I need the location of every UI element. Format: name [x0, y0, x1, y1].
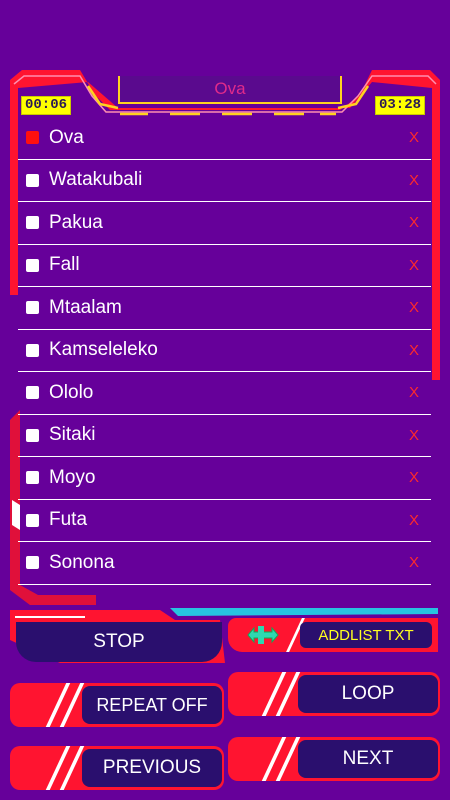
song-title: Mtaalam [49, 296, 122, 318]
remove-button[interactable]: X [409, 257, 419, 274]
song-title: Sonona [49, 551, 115, 573]
playlist-item[interactable]: Watakubali X [18, 160, 431, 202]
song-title: Watakubali [49, 169, 143, 191]
repeat-button[interactable]: REPEAT OFF [10, 683, 224, 727]
previous-button[interactable]: PREVIOUS [10, 746, 224, 790]
addlist-label: ADDLIST TXT [318, 626, 414, 644]
item-checkbox[interactable] [26, 258, 39, 272]
playlist-item[interactable]: Fall X [18, 245, 431, 287]
playlist-item[interactable]: Futa X [18, 500, 431, 542]
remove-button[interactable]: X [409, 172, 419, 189]
item-checkbox[interactable] [26, 343, 39, 357]
remove-button[interactable]: X [409, 554, 419, 571]
next-button[interactable]: NEXT [228, 737, 440, 781]
remove-button[interactable]: X [409, 427, 419, 444]
playlist-item[interactable]: Sonona X [18, 542, 431, 585]
item-checkbox[interactable] [26, 173, 39, 187]
item-checkbox[interactable] [26, 471, 39, 485]
playlist-item[interactable]: Moyo X [18, 457, 431, 500]
item-checkbox[interactable] [26, 513, 39, 527]
playlist: Ova X Watakubali X Pakua X Fall X Mtaalam X K… [18, 117, 431, 585]
remove-button[interactable]: X [409, 512, 419, 529]
elapsed-time: 00:06 [21, 96, 72, 115]
playlist-item[interactable]: Mtaalam X [18, 287, 431, 330]
remove-button[interactable]: X [409, 214, 419, 231]
loop-button[interactable]: LOOP [228, 672, 440, 716]
song-title: Sitaki [49, 424, 96, 446]
add-list-icon [247, 626, 279, 644]
loop-label: LOOP [341, 683, 395, 704]
remove-button[interactable]: X [409, 342, 419, 359]
addlist-button[interactable]: ADDLIST TXT [228, 618, 438, 652]
playlist-item[interactable]: Ova X [18, 117, 431, 160]
next-label: NEXT [342, 748, 394, 769]
stop-label: STOP [93, 631, 145, 652]
playlist-item[interactable]: Ololo X [18, 372, 431, 415]
remove-button[interactable]: X [409, 469, 419, 486]
song-title: Ololo [49, 381, 94, 403]
remove-button[interactable]: X [409, 384, 419, 401]
song-title: Fall [49, 254, 80, 276]
stop-button[interactable]: STOP [16, 622, 222, 662]
item-checkbox[interactable] [26, 428, 39, 442]
now-playing-title: Ova [118, 76, 342, 104]
song-title: Moyo [49, 466, 96, 488]
item-checkbox[interactable] [26, 216, 39, 230]
repeat-label: REPEAT OFF [96, 694, 208, 715]
item-checkbox[interactable] [26, 386, 39, 400]
playlist-item[interactable]: Pakua X [18, 202, 431, 245]
song-title: Futa [49, 509, 88, 531]
item-checkbox[interactable] [26, 301, 39, 315]
previous-label: PREVIOUS [102, 757, 202, 778]
remove-button[interactable]: X [409, 129, 419, 146]
song-title: Pakua [49, 211, 103, 233]
remove-button[interactable]: X [409, 299, 419, 316]
playlist-item[interactable]: Kamseleleko X [18, 330, 431, 372]
playing-indicator[interactable] [26, 131, 39, 145]
total-duration: 03:28 [375, 96, 426, 115]
song-title: Ova [49, 126, 84, 148]
song-title: Kamseleleko [49, 339, 158, 361]
playlist-item[interactable]: Sitaki X [18, 415, 431, 457]
item-checkbox[interactable] [26, 556, 39, 570]
